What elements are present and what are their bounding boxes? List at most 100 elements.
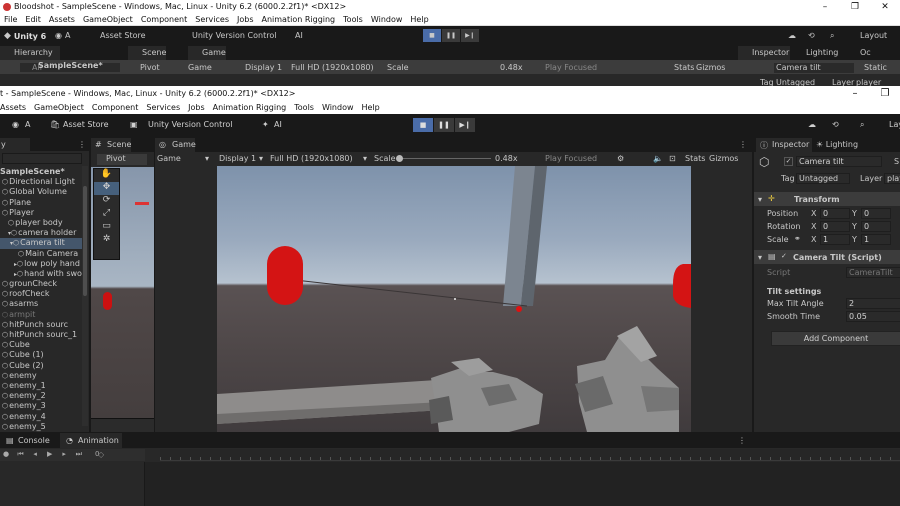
animation-dopesheet[interactable] (145, 462, 900, 506)
hierarchy-item[interactable]: ⬡enemy_4 (0, 412, 88, 422)
prev-frame-icon[interactable]: ◂ (29, 450, 41, 458)
max-tilt-input[interactable]: 2 (846, 298, 900, 309)
stop-play-icon[interactable]: ■ (413, 118, 433, 132)
hierarchy-item[interactable]: ⬡hitPunch sourc (0, 320, 88, 330)
graphics-toggle-icon[interactable]: ⊡ (669, 154, 676, 163)
menu-assets[interactable]: Assets (45, 15, 79, 24)
close-icon[interactable]: ✕ (870, 2, 900, 12)
constrain-proportions-icon[interactable]: ⚭ (794, 234, 801, 243)
back-display[interactable]: Display 1 (245, 63, 282, 72)
search-icon[interactable]: ⌕ (860, 120, 864, 130)
back-resolution[interactable]: Full HD (1920x1080) (291, 63, 374, 72)
asset-store-button[interactable]: Asset Store (100, 31, 146, 40)
move-tool-icon[interactable]: ✥ (94, 182, 119, 195)
tab-scene[interactable]: # Scene (91, 138, 131, 152)
ai-button[interactable]: AI (295, 31, 303, 40)
cloud-icon[interactable]: ☁ (788, 31, 796, 40)
tab-game[interactable]: Game (188, 46, 226, 60)
menu-component[interactable]: Component (137, 15, 191, 24)
tab-hierarchy[interactable]: Hierarchy (0, 46, 60, 60)
hierarchy-item[interactable]: ⬡roofCheck (0, 289, 88, 299)
tab-inspector[interactable]: ⓘ Inspector (756, 138, 812, 152)
object-name-input[interactable]: Camera tilt (796, 156, 882, 167)
rotation-x-input[interactable]: 0 (820, 221, 850, 232)
step-icon[interactable]: ▶❙ (455, 118, 475, 132)
hierarchy-item[interactable]: ⬡hitPunch sourc_1 (0, 330, 88, 340)
settings-gear-icon[interactable]: ⚙ (617, 154, 624, 163)
menu-animation-rigging[interactable]: Animation Rigging (209, 103, 291, 112)
back-object-name[interactable]: Camera tilt (774, 63, 854, 73)
position-x-input[interactable]: 0 (820, 208, 850, 219)
back-stats[interactable]: Stats (674, 63, 694, 72)
next-frame-icon[interactable]: ▸ (58, 450, 70, 458)
animation-timeline-ruler[interactable] (160, 449, 900, 461)
scene-gizmo-axis[interactable] (135, 202, 149, 205)
transform-header[interactable]: ▾ ✛ Transform (754, 192, 900, 206)
menu-gameobject[interactable]: GameObject (79, 15, 137, 24)
menu-services[interactable]: Services (142, 103, 184, 112)
layer-dropdown[interactable]: playe (884, 173, 900, 184)
hierarchy-search-input[interactable] (2, 153, 82, 164)
menu-animation-rigging[interactable]: Animation Rigging (258, 15, 340, 24)
hierarchy-item[interactable]: ▾⬡camera holder (0, 228, 88, 238)
component-enabled-checkbox[interactable]: ✓ (781, 252, 787, 260)
hierarchy-scrollbar[interactable] (82, 166, 88, 426)
tab-lighting[interactable]: ☀ Lighting (816, 140, 858, 149)
asset-store-button[interactable]: Asset Store (63, 120, 109, 129)
scale-slider-handle[interactable] (396, 155, 403, 162)
first-frame-icon[interactable]: ⏮ (15, 450, 27, 459)
gizmos-button[interactable]: Gizmos (709, 154, 738, 163)
tab-game[interactable]: ◎ Game (155, 138, 196, 152)
ai-sparkle-icon[interactable]: ✦ (262, 120, 269, 129)
menu-edit[interactable]: Edit (21, 15, 45, 24)
account-button[interactable]: A (65, 31, 70, 40)
scene-viewport[interactable]: ✋ ✥ ⟳ ⤢ ▭ ✲ (91, 167, 154, 432)
rotation-y-input[interactable]: 0 (861, 221, 891, 232)
display-dropdown[interactable]: Display 1 (219, 154, 256, 163)
hierarchy-item[interactable]: ⬡Global Volume (0, 187, 88, 197)
hierarchy-item[interactable]: ⬡grounCheck (0, 279, 88, 289)
layout-dropdown[interactable]: Layout (860, 31, 887, 40)
menu-assets[interactable]: Assets (0, 103, 30, 112)
bottom-panel-menu-icon[interactable]: ⋮ (738, 436, 746, 445)
hierarchy-item[interactable]: ⬡Cube (2) (0, 361, 88, 371)
history-icon[interactable]: ⟲ (808, 31, 815, 40)
camera-tilt-script-header[interactable]: ▾ ▤ ✓ Camera Tilt (Script) (754, 250, 900, 264)
tab-lighting[interactable]: Lighting (792, 46, 844, 60)
hierarchy-item[interactable]: ⬡enemy_1 (0, 381, 88, 391)
hierarchy-item[interactable]: ⬡Cube (1) (0, 350, 88, 360)
tab-hierarchy[interactable]: y (0, 138, 30, 151)
hierarchy-item[interactable]: ▸⬡hand with swo (0, 269, 88, 279)
hierarchy-item[interactable]: ⬡enemy_2 (0, 391, 88, 401)
hand-tool-icon[interactable]: ✋ (94, 169, 119, 182)
menu-tools[interactable]: Tools (290, 103, 318, 112)
vcs-button[interactable]: Unity Version Control (192, 31, 276, 40)
menu-help[interactable]: Help (406, 15, 432, 24)
unity-version-label[interactable]: Unity 6 (14, 32, 46, 41)
tab-scene[interactable]: Scene (128, 46, 166, 60)
ai-button[interactable]: AI (274, 120, 282, 129)
pause-icon[interactable]: ❚❚ (442, 29, 460, 42)
hierarchy-item[interactable]: ⬡asarms (0, 299, 88, 309)
hierarchy-item[interactable]: ⬡Cube (0, 340, 88, 350)
hierarchy-item[interactable]: ⬡armpit (0, 310, 88, 320)
hierarchy-item[interactable]: ▸⬡low poly hand (0, 259, 88, 269)
hierarchy-item[interactable]: ▾⬡Camera tilt (0, 238, 88, 249)
static-toggle[interactable]: S (894, 157, 899, 166)
scale-x-input[interactable]: 1 (820, 234, 850, 245)
back-pivot-dropdown[interactable]: Pivot (140, 63, 160, 72)
menu-file[interactable]: File (0, 15, 21, 24)
play-focused-dropdown[interactable]: Play Focused (545, 154, 597, 163)
menu-component[interactable]: Component (88, 103, 142, 112)
vcs-button[interactable]: Unity Version Control (148, 120, 232, 129)
smooth-time-input[interactable]: 0.05 (846, 311, 900, 322)
hierarchy-scene-root[interactable]: SampleScene* (0, 167, 88, 177)
game-mode-dropdown[interactable]: Game (157, 154, 181, 163)
cloud-icon[interactable]: ☁ (808, 120, 816, 129)
back-static-dropdown[interactable]: Static (864, 63, 887, 72)
hierarchy-item[interactable]: ⬡Directional Light (0, 177, 88, 187)
game-viewport[interactable] (217, 166, 691, 432)
hierarchy-item[interactable]: ⬡player body (0, 218, 88, 228)
hierarchy-menu-icon[interactable]: ⋮ (78, 140, 86, 149)
asset-store-icon[interactable]: 🛍 (50, 120, 60, 129)
